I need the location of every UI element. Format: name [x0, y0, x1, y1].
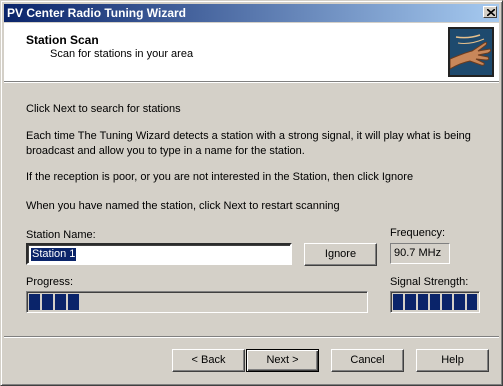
progress-label: Progress:: [26, 276, 74, 288]
station-name-value: Station 1: [31, 248, 77, 261]
close-button[interactable]: [483, 6, 497, 18]
instruction-ignore: If the reception is poor, or you are not…: [26, 171, 414, 183]
meter-segment: [68, 294, 79, 310]
header-subtitle: Scan for stations in your area: [50, 48, 194, 60]
footer-divider: [4, 336, 499, 338]
meter-segment: [42, 294, 53, 310]
signal-strength-meter: [390, 291, 480, 313]
wizard-header: Station Scan Scan for stations in your a…: [4, 23, 499, 81]
title-bar[interactable]: PV Center Radio Tuning Wizard: [4, 4, 499, 22]
progress-bar: [26, 291, 368, 313]
frequency-label: Frequency:: [390, 227, 446, 239]
meter-segment: [405, 294, 416, 310]
meter-segment: [454, 294, 465, 310]
meter-segment: [442, 294, 453, 310]
meter-segment: [393, 294, 404, 310]
instruction-detect: Each time The Tuning Wizard detects a st…: [26, 130, 471, 157]
wizard-window: PV Center Radio Tuning Wizard Station Sc…: [0, 0, 503, 386]
header-title: Station Scan: [26, 33, 99, 47]
meter-segment: [417, 294, 428, 310]
cancel-button[interactable]: Cancel: [331, 349, 404, 372]
signal-strength-label: Signal Strength:: [390, 276, 469, 288]
next-button[interactable]: Next >: [246, 349, 319, 372]
meter-segment: [429, 294, 441, 310]
ignore-button[interactable]: Ignore: [304, 243, 377, 266]
station-name-label: Station Name:: [26, 229, 96, 241]
instruction-next: Click Next to search for stations: [26, 103, 181, 115]
station-name-input[interactable]: Station 1: [26, 243, 292, 265]
meter-segment: [55, 294, 66, 310]
wizard-hand-logo: [448, 27, 494, 77]
header-divider: [4, 81, 499, 83]
window-title: PV Center Radio Tuning Wizard: [7, 6, 187, 20]
instruction-restart: When you have named the station, click N…: [26, 200, 340, 212]
close-icon: [487, 9, 495, 16]
frequency-value: 90.7 MHz: [390, 243, 450, 264]
meter-segment: [466, 294, 477, 310]
back-button[interactable]: < Back: [172, 349, 245, 372]
help-button[interactable]: Help: [416, 349, 489, 372]
meter-segment: [29, 294, 40, 310]
